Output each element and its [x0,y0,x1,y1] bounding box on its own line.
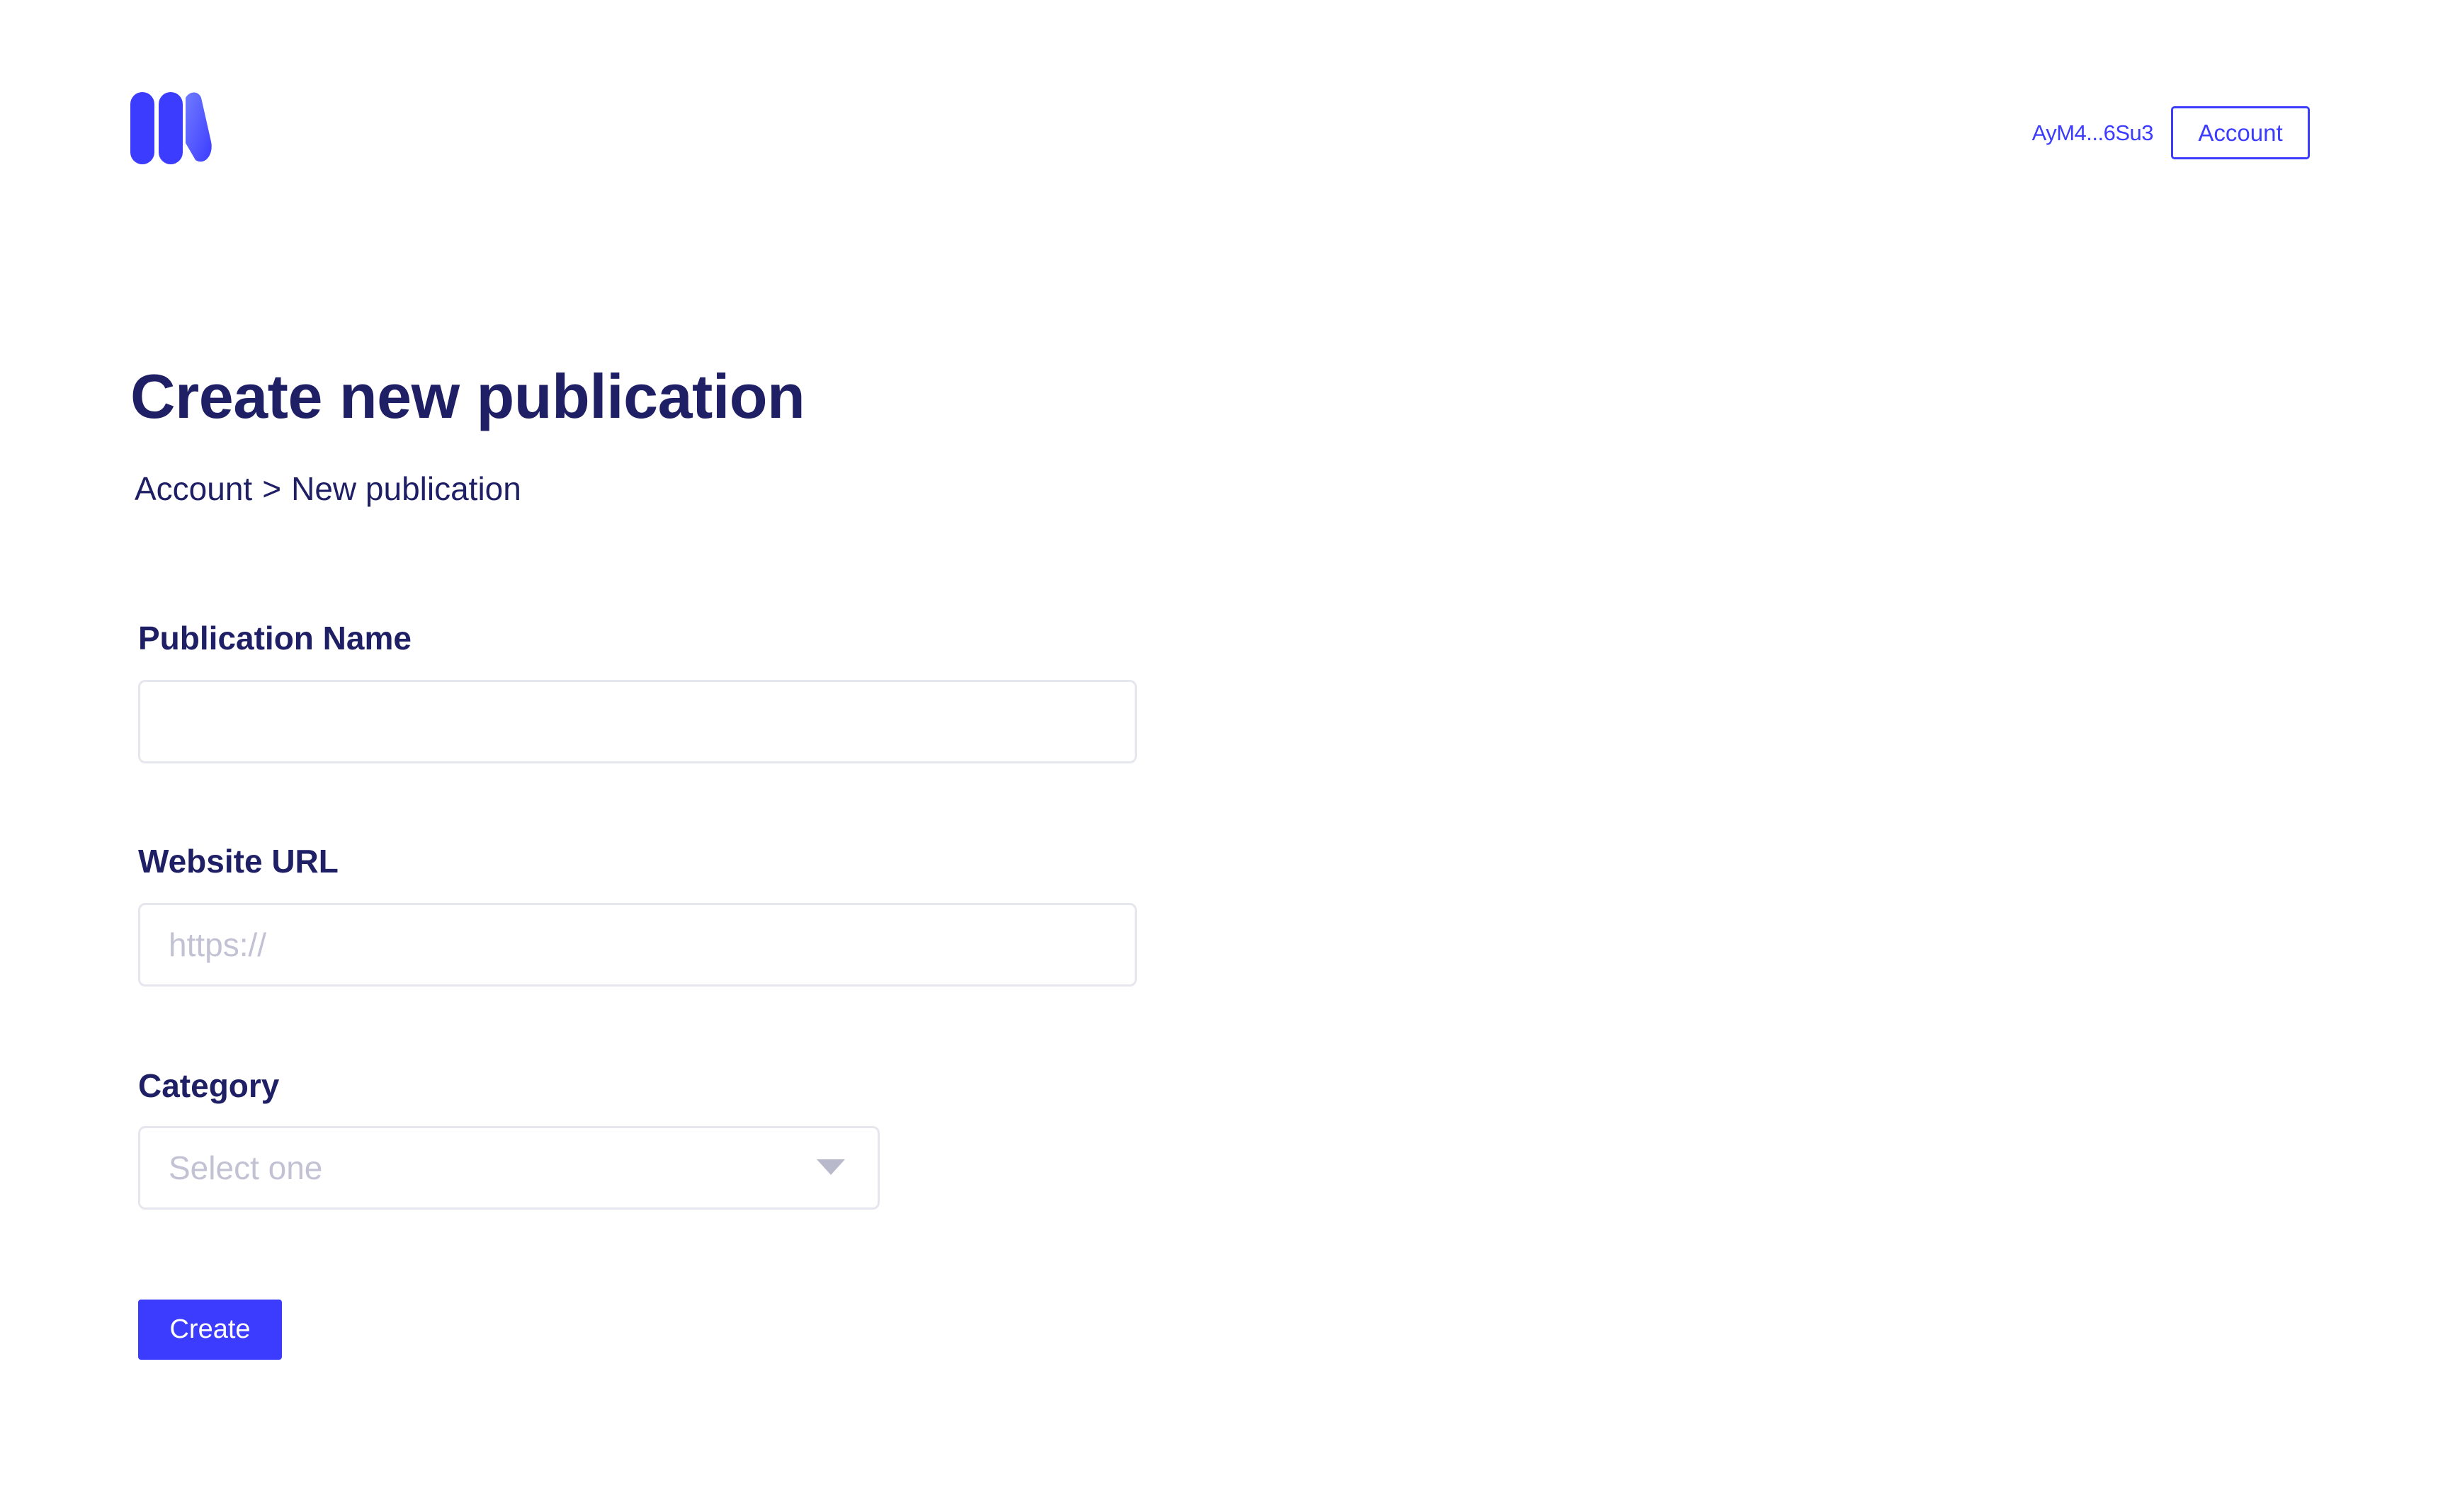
category-select[interactable]: Select one [138,1126,880,1210]
category-selected-value: Select one [169,1149,323,1186]
breadcrumb: Account > New publication [135,467,521,510]
account-button[interactable]: Account [2171,106,2310,159]
page-title: Create new publication [130,361,805,431]
breadcrumb-separator: > [262,470,282,507]
category-label: Category [138,1067,280,1104]
create-button[interactable]: Create [138,1300,282,1360]
website-url-input[interactable] [138,903,1137,987]
breadcrumb-current: New publication [291,470,521,507]
website-url-label: Website URL [138,843,339,880]
publication-name-label: Publication Name [138,620,412,656]
caret-down-icon [817,1159,845,1175]
wallet-address[interactable]: AyM4...6Su3 [1955,119,2154,147]
breadcrumb-account-link[interactable]: Account [135,470,252,507]
brand-logo-icon[interactable] [130,92,212,164]
publication-name-input[interactable] [138,680,1137,763]
